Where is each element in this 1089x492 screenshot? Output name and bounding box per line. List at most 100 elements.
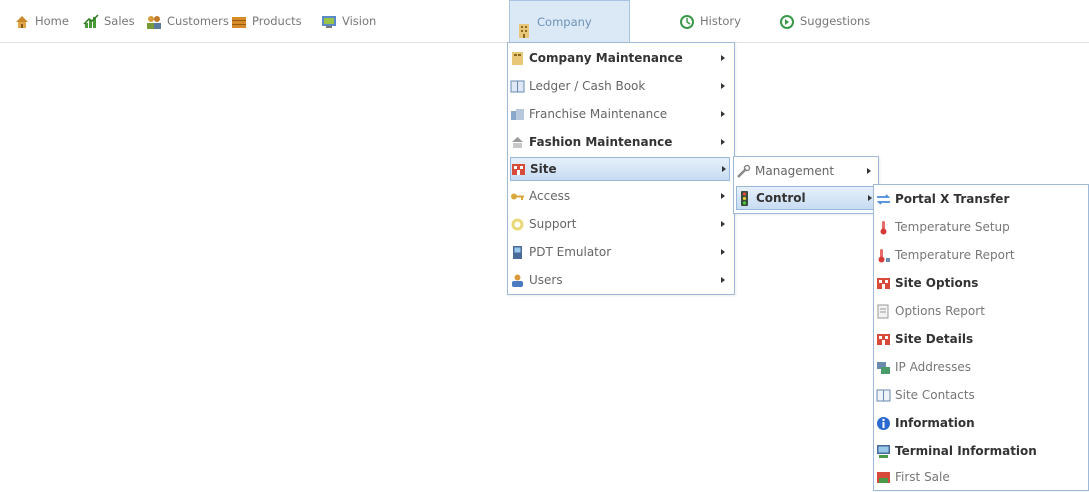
menu-item-franchise-maintenance[interactable]: Franchise Maintenance (510, 103, 730, 125)
site-options-icon (876, 276, 891, 291)
nav-customers[interactable]: Customers (146, 8, 229, 34)
top-menubar: Home Sales Customers Products Vision Com… (0, 0, 1089, 43)
site-submenu: Management Control (733, 156, 879, 214)
sales-chart-icon (83, 13, 99, 29)
nav-products[interactable]: Products (231, 8, 302, 34)
submenu-arrow-icon (721, 139, 725, 145)
ledger-icon (510, 79, 525, 94)
site-details-icon (876, 332, 891, 347)
nav-company-label: Company (537, 14, 592, 29)
company-maintenance-icon (510, 51, 525, 66)
menu-item-label: Temperature Setup (895, 220, 1010, 234)
submenu-arrow-icon (722, 166, 726, 172)
nav-company[interactable]: Company (509, 0, 630, 42)
menu-item-label: Information (895, 416, 975, 430)
key-icon (510, 189, 525, 204)
menu-item-label: Temperature Report (895, 248, 1015, 262)
submenu-arrow-icon (721, 221, 725, 227)
menu-item-label: Options Report (895, 304, 985, 318)
menu-item-label: Site Details (895, 332, 974, 346)
users-icon (510, 273, 525, 288)
support-icon (510, 217, 525, 232)
home-icon (14, 13, 30, 29)
first-sale-icon (876, 470, 891, 485)
menu-item-label: PDT Emulator (529, 245, 612, 259)
menu-item-support[interactable]: Support (510, 213, 730, 235)
company-icon (516, 14, 532, 38)
menu-item-label: Management (755, 164, 835, 178)
nav-vision-label: Vision (342, 14, 377, 28)
menu-item-label: Portal X Transfer (895, 192, 1010, 206)
nav-vision[interactable]: Vision (321, 8, 376, 34)
control-submenu: Portal X Transfer Temperature Setup Temp… (873, 184, 1089, 491)
site-icon (511, 162, 526, 177)
menu-item-site-options[interactable]: Site Options (876, 272, 1084, 294)
menu-item-control[interactable]: Control (736, 186, 874, 210)
menu-item-temperature-report[interactable]: Temperature Report (876, 244, 1084, 266)
menu-item-label: First Sale (895, 470, 950, 484)
franchise-icon (510, 107, 525, 122)
menu-item-options-report[interactable]: Options Report (876, 300, 1084, 322)
menu-item-label: Site Options (895, 276, 979, 290)
menu-item-label: Control (756, 191, 806, 205)
menu-item-management[interactable]: Management (736, 160, 874, 182)
network-icon (876, 360, 891, 375)
customers-icon (146, 13, 162, 29)
submenu-arrow-icon (867, 168, 871, 174)
menu-item-label: Terminal Information (895, 444, 1037, 458)
nav-suggestions-label: Suggestions (800, 14, 871, 28)
company-menu: Company Maintenance Ledger / Cash Book F… (507, 42, 735, 295)
menu-item-label: Users (529, 273, 563, 287)
fashion-icon (510, 135, 525, 150)
menu-item-first-sale[interactable]: First Sale (876, 466, 1084, 488)
submenu-arrow-icon (721, 111, 725, 117)
menu-item-pdt-emulator[interactable]: PDT Emulator (510, 241, 730, 263)
submenu-arrow-icon (721, 193, 725, 199)
menu-item-ip-addresses[interactable]: IP Addresses (876, 356, 1084, 378)
menu-item-company-maintenance[interactable]: Company Maintenance (510, 47, 730, 69)
nav-sales-label: Sales (104, 14, 135, 28)
pdt-icon (510, 245, 525, 260)
transfer-arrows-icon (876, 192, 891, 207)
menu-item-label: Franchise Maintenance (529, 107, 668, 121)
nav-history[interactable]: History (679, 8, 741, 34)
menu-item-label: Site Contacts (895, 388, 975, 402)
thermometer-icon (876, 220, 891, 235)
info-icon (876, 416, 891, 431)
menu-item-portal-x-transfer[interactable]: Portal X Transfer (876, 188, 1084, 210)
menu-item-access[interactable]: Access (510, 185, 730, 207)
nav-customers-label: Customers (167, 14, 229, 28)
menu-item-fashion-maintenance[interactable]: Fashion Maintenance (510, 131, 730, 153)
menu-item-site-details[interactable]: Site Details (876, 328, 1084, 350)
contacts-book-icon (876, 388, 891, 403)
suggestions-icon (779, 13, 795, 29)
nav-suggestions[interactable]: Suggestions (779, 8, 870, 34)
menu-item-label: Support (529, 217, 577, 231)
nav-home[interactable]: Home (14, 8, 69, 34)
menu-item-site[interactable]: Site (510, 157, 730, 181)
nav-products-label: Products (252, 14, 302, 28)
history-icon (679, 13, 695, 29)
menu-item-label: Site (530, 162, 557, 176)
submenu-arrow-icon (721, 55, 725, 61)
menu-item-site-contacts[interactable]: Site Contacts (876, 384, 1084, 406)
menu-item-users[interactable]: Users (510, 269, 730, 291)
submenu-arrow-icon (721, 83, 725, 89)
report-icon (876, 304, 891, 319)
traffic-light-icon (737, 190, 752, 206)
submenu-arrow-icon (721, 277, 725, 283)
menu-item-label: Access (529, 189, 571, 203)
menu-item-ledger[interactable]: Ledger / Cash Book (510, 75, 730, 97)
vision-icon (321, 13, 337, 29)
menu-item-temperature-setup[interactable]: Temperature Setup (876, 216, 1084, 238)
products-icon (231, 13, 247, 29)
wrench-icon (736, 164, 751, 179)
thermometer-report-icon (876, 248, 891, 263)
menu-item-terminal-information[interactable]: Terminal Information (876, 440, 1084, 462)
menu-item-information[interactable]: Information (876, 412, 1084, 434)
submenu-arrow-icon (721, 249, 725, 255)
nav-home-label: Home (35, 14, 69, 28)
nav-sales[interactable]: Sales (83, 8, 135, 34)
menu-item-label: IP Addresses (895, 360, 972, 374)
nav-history-label: History (700, 14, 741, 28)
